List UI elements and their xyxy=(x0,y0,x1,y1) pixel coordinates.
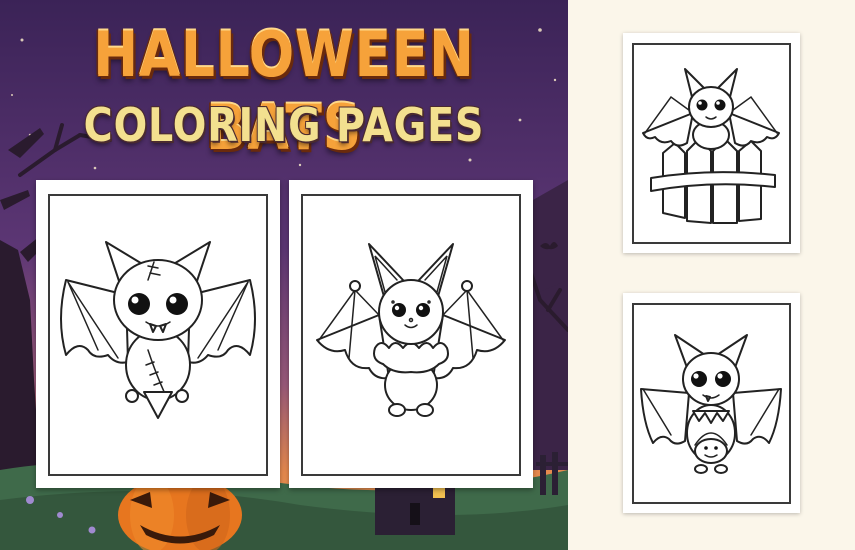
cover-subtitle: COLORING PAGES xyxy=(83,98,485,152)
coloring-page-2 xyxy=(289,180,533,488)
cover-panel: HALLOWEEN BATS COLORING PAGES xyxy=(0,0,568,550)
coloring-page-3 xyxy=(623,33,800,253)
bat-with-collar-illustration xyxy=(316,243,506,417)
coloring-page-1 xyxy=(36,180,280,488)
coloring-page-4 xyxy=(623,293,800,513)
bat-with-pumpkin-basket-illustration xyxy=(640,334,782,474)
bat-on-fence-illustration xyxy=(642,68,780,224)
bat-with-stitches-illustration xyxy=(60,241,256,419)
